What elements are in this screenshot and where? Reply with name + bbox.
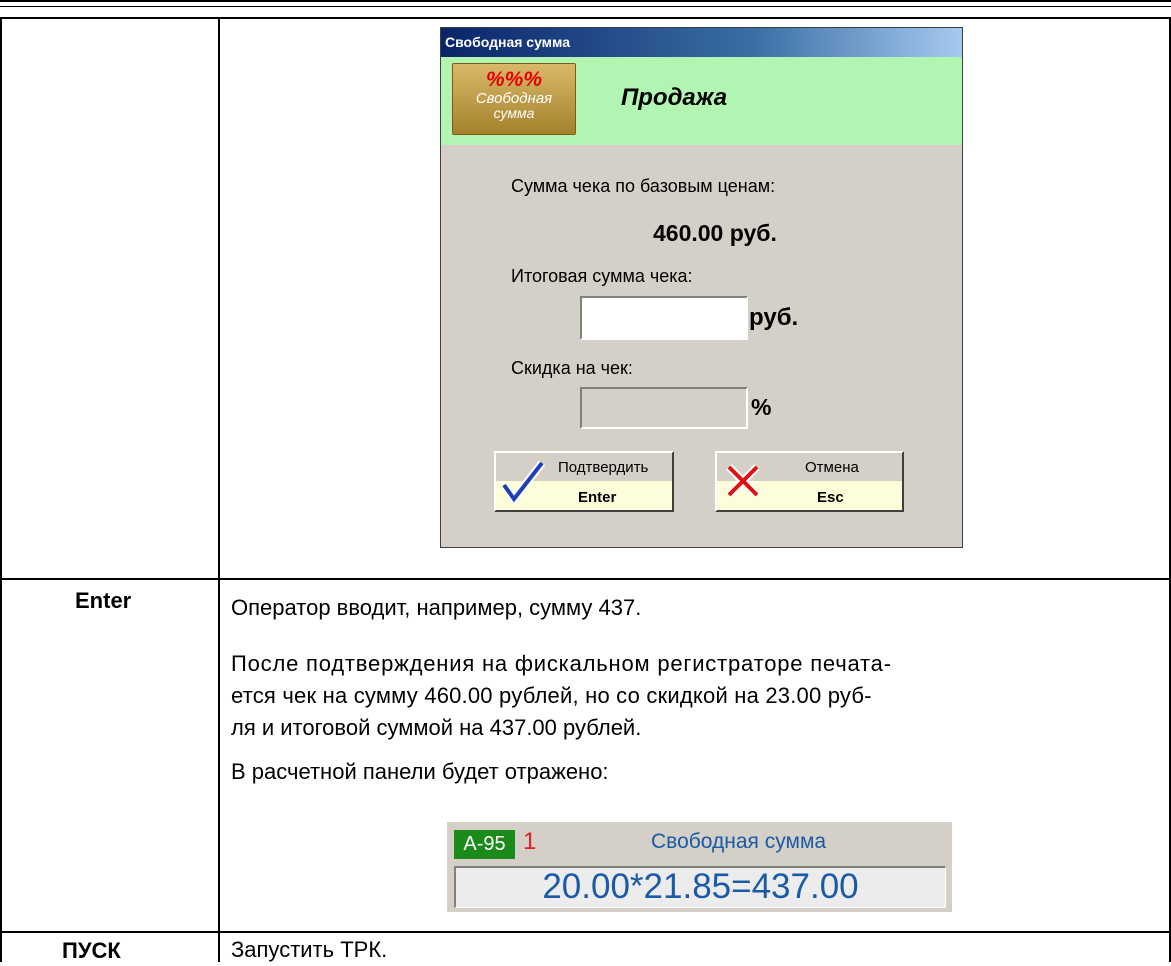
cancel-button[interactable]: Отмена Esc bbox=[715, 451, 904, 512]
fuel-grade-tag: А-95 bbox=[454, 830, 515, 859]
free-sum-badge: %%% Свободная сумма bbox=[452, 63, 576, 135]
top-rule-thin bbox=[0, 6, 1171, 7]
cancel-key: Esc bbox=[817, 489, 844, 506]
confirm-button[interactable]: Подтвердить Enter bbox=[494, 451, 674, 512]
row-text-start: Запустить ТРК. bbox=[231, 937, 388, 962]
row-key-start: ПУСК bbox=[62, 938, 121, 963]
base-sum-value: 460.00 руб. bbox=[653, 220, 777, 246]
cancel-label: Отмена bbox=[805, 459, 859, 476]
discount-unit: % bbox=[751, 394, 772, 420]
discount-input bbox=[580, 387, 748, 429]
confirm-label: Подтвердить bbox=[558, 459, 649, 476]
table-border-row2 bbox=[0, 931, 1171, 933]
percent-icon: %%% bbox=[485, 68, 543, 91]
total-sum-label: Итоговая сумма чека: bbox=[511, 266, 693, 286]
cross-icon bbox=[726, 464, 760, 498]
table-border-mid bbox=[218, 17, 220, 962]
row-text-line2: После подтверждения на фискальном регист… bbox=[231, 651, 892, 676]
top-rule bbox=[0, 0, 1171, 2]
row-text-line1: Оператор вводит, например, сумму 437. bbox=[231, 595, 642, 620]
total-sum-unit: руб. bbox=[749, 304, 799, 331]
row-text-line5: В расчетной панели будет отражено: bbox=[231, 759, 609, 784]
discount-label: Скидка на чек: bbox=[511, 358, 633, 378]
free-sum-dialog: Свободная сумма %%% Свободная сумма Прод… bbox=[440, 27, 963, 548]
badge-line1: Свободная bbox=[475, 90, 553, 107]
mode-title: Продажа bbox=[621, 84, 728, 111]
total-sum-input[interactable] bbox=[580, 296, 748, 340]
dialog-header: %%% Свободная сумма Продажа bbox=[441, 57, 962, 145]
operation-name: Свободная сумма bbox=[651, 830, 827, 853]
pump-number: 1 bbox=[523, 828, 537, 855]
row-text-line3: ется чек на сумму 460.00 рублей, но со с… bbox=[231, 683, 872, 708]
calc-display: 20.00*21.85=437.00 bbox=[454, 866, 946, 908]
table-border-row1 bbox=[0, 578, 1171, 580]
checkmark-icon bbox=[500, 460, 546, 505]
badge-line2: сумма bbox=[493, 105, 535, 121]
table-border-left bbox=[0, 17, 2, 962]
row-key-enter: Enter bbox=[75, 588, 132, 613]
dialog-title: Свободная сумма bbox=[441, 28, 962, 57]
calc-panel: А-95 1 Свободная сумма 20.00*21.85=437.0… bbox=[447, 822, 952, 912]
confirm-key: Enter bbox=[578, 489, 617, 506]
table-border-top bbox=[0, 17, 1171, 19]
base-sum-label: Сумма чека по базовым ценам: bbox=[511, 176, 776, 196]
row-text-line4: ля и итоговой суммой на 437.00 рублей. bbox=[231, 715, 642, 740]
